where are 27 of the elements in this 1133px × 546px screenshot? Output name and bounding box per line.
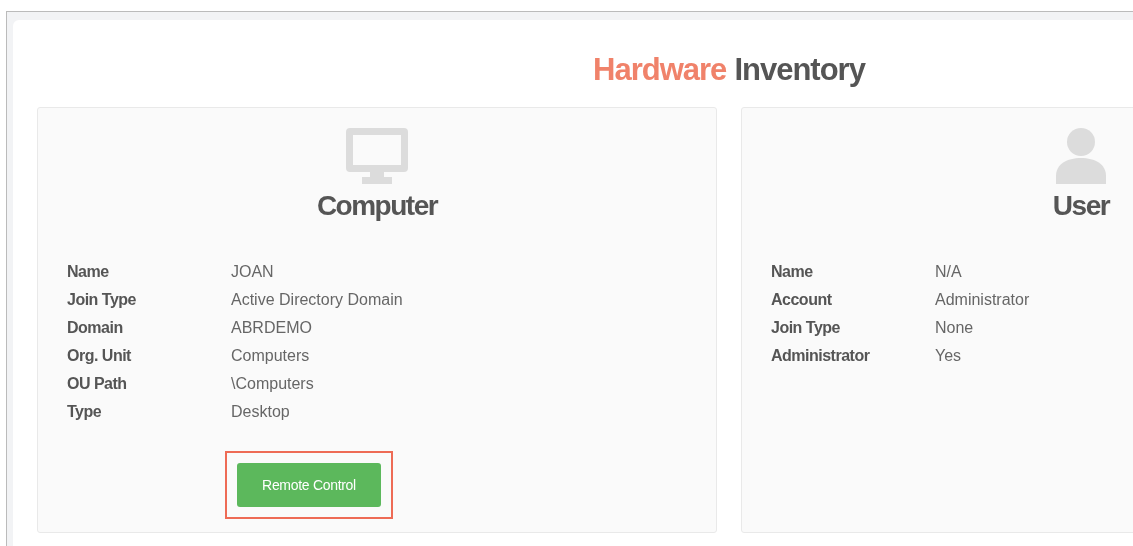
field-label: Name (771, 262, 814, 282)
remote-control-button[interactable]: Remote Control (237, 463, 381, 507)
field-label: Join Type (771, 318, 841, 338)
user-icon (1056, 128, 1106, 184)
page-title: Inventory (734, 51, 865, 90)
field-value: Yes (935, 346, 962, 366)
field-value: Active Directory Domain (231, 290, 403, 310)
card-heading: Computer (316, 189, 438, 223)
field-label: Org. Unit (67, 346, 132, 366)
field-value: N/A (935, 262, 962, 282)
field-label: Administrator (771, 346, 871, 366)
monitor-icon (346, 128, 408, 184)
field-label: Name (67, 262, 110, 282)
field-value: Desktop (231, 402, 290, 422)
card-heading: User (1052, 189, 1110, 223)
field-value: ABRDEMO (231, 318, 312, 338)
field-value: None (935, 318, 974, 338)
field-value: Computers (231, 346, 310, 366)
field-label: Type (67, 402, 103, 422)
field-value: Administrator (935, 290, 1030, 310)
field-label: Domain (67, 318, 124, 338)
field-value: JOAN (231, 262, 274, 282)
field-value: \Computers (231, 374, 314, 394)
field-label: Account (771, 290, 833, 310)
field-label: OU Path (67, 374, 128, 394)
field-label: Join Type (67, 290, 137, 310)
title-accent: Hardware (593, 51, 727, 90)
